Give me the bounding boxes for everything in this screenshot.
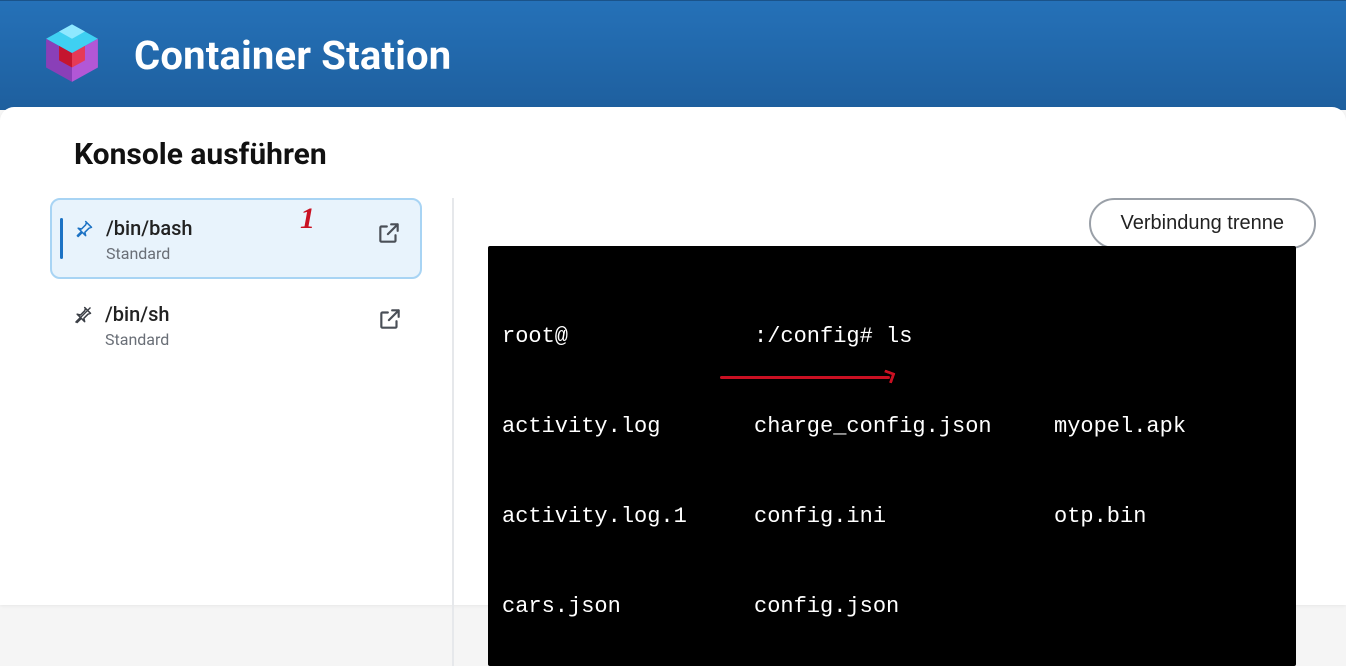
shell-item-bash[interactable]: /bin/bash Standard 1 (50, 198, 422, 279)
shell-item-sh[interactable]: /bin/sh Standard (50, 285, 422, 364)
shell-path: /bin/bash (106, 216, 193, 240)
annotation-2: 2 (950, 246, 965, 250)
open-external-icon[interactable] (377, 306, 403, 332)
open-external-icon[interactable] (376, 220, 402, 246)
terminal-file: charge_config.json (754, 412, 1054, 442)
main-panel: Konsole ausführen /bin/bash Standard (0, 107, 1346, 605)
disconnect-button[interactable]: Verbindung trenne (1089, 198, 1316, 249)
terminal-file: activity.log.1 (502, 502, 754, 532)
shell-sublabel: Standard (106, 244, 193, 263)
pin-icon (74, 219, 94, 239)
terminal-prompt: root@ (502, 322, 754, 352)
terminal[interactable]: root@:/config# ls activity.logcharge_con… (488, 246, 1296, 666)
app-logo-icon (36, 20, 108, 92)
terminal-command: :/config# ls (754, 322, 912, 352)
console-area: Verbindung trenne root@:/config# ls acti… (458, 198, 1296, 666)
page-title: Konsole ausführen (74, 137, 1296, 172)
terminal-file: activity.log (502, 412, 754, 442)
annotation-1: 1 (300, 202, 315, 236)
terminal-file: otp.bin (1054, 502, 1146, 532)
shell-sublabel: Standard (105, 330, 169, 349)
terminal-file: myopel.apk (1054, 412, 1186, 442)
app-header: Container Station (0, 0, 1346, 110)
terminal-file: config.ini (754, 502, 1054, 532)
app-title: Container Station (134, 32, 451, 79)
shell-path: /bin/sh (105, 302, 169, 326)
annotation-underline (720, 376, 890, 379)
shell-list: /bin/bash Standard 1 (50, 198, 454, 666)
pin-outline-icon (73, 305, 93, 325)
